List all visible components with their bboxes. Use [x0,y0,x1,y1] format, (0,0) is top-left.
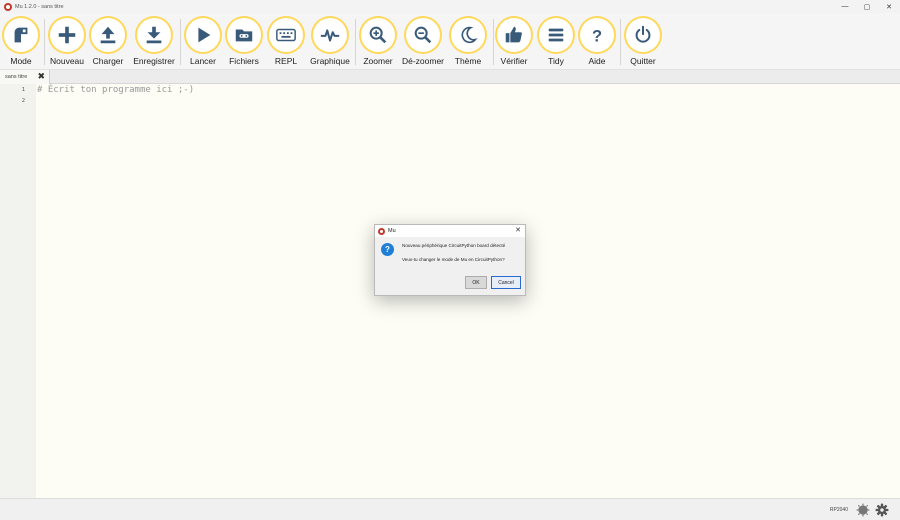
moon-icon [461,26,478,44]
dialog-question: Veux-tu changer le mode de Mu en Circuit… [402,257,505,262]
repl-button[interactable]: REPL [261,16,311,66]
plus-icon [58,26,76,44]
help-label: Aide [588,56,606,66]
status-bar: RP2040 [0,498,900,520]
window-title: Mu 1.2.0 - sans titre [15,3,64,10]
load-label: Charger [92,56,124,66]
thumbs-up-icon [505,26,522,43]
question-icon: ? [381,243,394,256]
line-number-gutter: 1 2 [0,84,36,498]
device-detected-dialog: Mu ✕ ? Nouveau périphérique CircuitPytho… [374,224,526,296]
save-label: Enregistrer [133,56,175,66]
mode-icon [14,27,28,43]
theme-label: Thème [454,56,482,66]
chip-icon[interactable] [856,503,870,517]
tab-bar: sans titre ✖ [0,70,900,84]
zoom-in-button[interactable]: Zoomer [353,16,403,66]
mu-logo-icon [4,2,12,11]
repl-label: REPL [274,56,298,66]
tab-close-icon[interactable]: ✖ [37,71,45,82]
plotter-label: Graphique [310,56,350,66]
folder-icon [235,29,253,42]
run-label: Lancer [190,56,216,66]
quit-button[interactable]: Quitter [618,16,668,66]
save-button[interactable]: Enregistrer [129,16,179,66]
check-label: Vérifier [500,56,528,66]
tab-untitled[interactable]: sans titre ✖ [0,70,50,84]
title-bar: Mu 1.2.0 - sans titre — ▢ ✕ [0,0,900,13]
cancel-button[interactable]: Cancel [491,276,521,289]
device-mode-text: RP2040 [829,507,848,513]
theme-button[interactable]: Thème [443,16,493,66]
zoom-out-label: Dé-zoomer [401,56,445,66]
files-label: Fichiers [229,56,259,66]
keyboard-icon [276,28,296,42]
code-line[interactable]: # Écrit ton programme ici ;-) [37,85,194,95]
zoom-out-button[interactable]: Dé-zoomer [398,16,448,66]
mu-logo-icon [378,227,385,235]
tab-label: sans titre [5,74,28,80]
zoom-out-icon [414,26,432,44]
svg-text:?: ? [592,27,602,45]
download-icon [146,26,162,44]
close-window-button[interactable]: ✕ [878,0,900,13]
lines-icon [548,28,564,42]
quit-label: Quitter [630,56,656,66]
new-label: Nouveau [49,56,85,66]
dialog-title: Mu [388,228,396,234]
plotter-button[interactable]: Graphique [305,16,355,66]
toolbar: Mode Nouveau Charger Enregistrer Lancer … [0,13,900,70]
maximize-button[interactable]: ▢ [856,0,878,13]
dialog-close-button[interactable]: ✕ [515,226,521,234]
help-button[interactable]: ? Aide [572,16,622,66]
question-icon: ? [592,27,602,45]
line-number: 1 [21,87,25,93]
play-icon [198,27,211,43]
mode-label: Mode [10,56,32,66]
load-button[interactable]: Charger [83,16,133,66]
minimize-button[interactable]: — [834,0,856,13]
dialog-message: Nouveau périphérique CircuitPython board… [402,243,506,248]
zoom-in-label: Zoomer [363,56,393,66]
gear-icon[interactable] [875,503,889,517]
window-controls: — ▢ ✕ [834,0,900,13]
mode-button[interactable]: Mode [0,16,46,66]
upload-icon [100,26,116,44]
tidy-label: Tidy [548,56,564,66]
pulse-icon [320,29,340,42]
line-number: 2 [21,98,25,104]
zoom-in-icon [369,26,387,44]
power-icon [635,25,651,43]
dialog-title-bar: Mu ✕ [375,225,525,237]
ok-button[interactable]: OK [465,276,487,289]
